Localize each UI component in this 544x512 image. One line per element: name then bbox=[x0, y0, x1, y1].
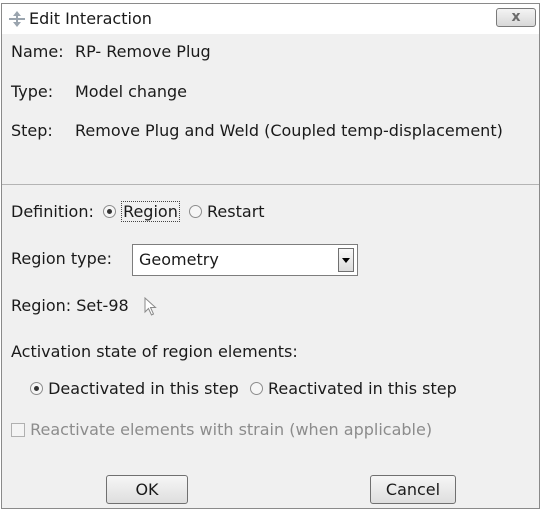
move-arrows-icon bbox=[9, 11, 25, 27]
region-radio[interactable] bbox=[102, 205, 116, 218]
reactivated-option[interactable]: Reactivated in this step bbox=[249, 379, 457, 398]
restart-radio-label: Restart bbox=[207, 202, 265, 221]
reactivate-strain-label: Reactivate elements with strain (when ap… bbox=[30, 420, 433, 439]
name-value: RP- Remove Plug bbox=[75, 42, 211, 61]
chevron-down-icon[interactable] bbox=[338, 248, 354, 272]
name-label: Name: bbox=[11, 42, 64, 61]
definition-option-region[interactable]: Region bbox=[102, 201, 185, 222]
region-row: Region: Set-98 bbox=[11, 296, 158, 317]
reactivate-strain-checkbox[interactable] bbox=[11, 423, 25, 437]
type-value: Model change bbox=[75, 82, 188, 101]
close-button[interactable]: x bbox=[496, 8, 536, 27]
deactivated-radio[interactable] bbox=[30, 382, 43, 395]
reactivated-radio[interactable] bbox=[249, 382, 263, 395]
activation-label: Activation state of region elements: bbox=[11, 342, 298, 361]
region-radio-label: Region bbox=[121, 201, 180, 222]
region-label: Region: bbox=[11, 296, 72, 315]
title-bar[interactable]: Edit Interaction x bbox=[2, 4, 539, 34]
name-row: Name: RP- Remove Plug bbox=[11, 42, 211, 61]
cancel-button[interactable]: Cancel bbox=[370, 475, 456, 504]
close-icon: x bbox=[511, 9, 521, 25]
region-type-label: Region type: bbox=[11, 249, 112, 268]
edit-interaction-dialog: Edit Interaction x Name: RP- Remove Plug … bbox=[1, 3, 540, 509]
activation-options: Deactivated in this step Reactivated in … bbox=[30, 379, 457, 398]
reactivate-strain-row: Reactivate elements with strain (when ap… bbox=[11, 420, 432, 439]
divider bbox=[2, 184, 539, 185]
step-row: Step: Remove Plug and Weld (Coupled temp-… bbox=[11, 121, 503, 140]
deactivated-label: Deactivated in this step bbox=[48, 379, 239, 398]
dialog-title: Edit Interaction bbox=[29, 9, 152, 28]
definition-row: Definition: Region Restart bbox=[11, 201, 265, 222]
definition-option-restart[interactable]: Restart bbox=[188, 202, 265, 221]
ok-button[interactable]: OK bbox=[106, 475, 188, 504]
arrow-pointer-icon[interactable] bbox=[144, 297, 158, 317]
type-row: Type: Model change bbox=[11, 82, 187, 101]
region-type-value: Geometry bbox=[139, 250, 219, 269]
deactivated-option[interactable]: Deactivated in this step bbox=[30, 379, 244, 398]
region-value: Set-98 bbox=[76, 296, 129, 315]
reactivated-label: Reactivated in this step bbox=[267, 379, 457, 398]
definition-label: Definition: bbox=[11, 202, 94, 221]
type-label: Type: bbox=[11, 82, 54, 101]
step-label: Step: bbox=[11, 121, 53, 140]
step-value: Remove Plug and Weld (Coupled temp-displ… bbox=[75, 121, 503, 140]
restart-radio[interactable] bbox=[188, 205, 202, 218]
region-type-select[interactable]: Geometry bbox=[132, 244, 358, 276]
